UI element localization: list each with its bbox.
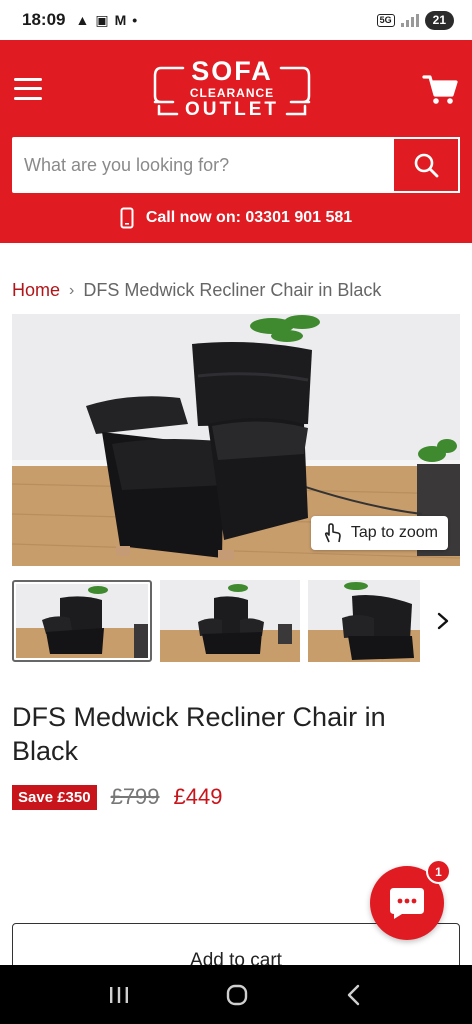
- call-now-link[interactable]: Call now on: 03301 901 581: [0, 193, 472, 243]
- status-bar: 18:09 ▲ ▣ M • 5G 21: [0, 0, 472, 40]
- logo-line-3: OUTLET: [185, 98, 279, 120]
- screenshot-icon: ▣: [95, 11, 109, 28]
- site-logo[interactable]: SOFA CLEARANCE OUTLET: [149, 54, 315, 124]
- site-header: SOFA CLEARANCE OUTLET Call now on: 0: [0, 40, 472, 243]
- chevron-right-icon: [437, 612, 449, 630]
- system-nav-bar: [0, 965, 472, 1024]
- breadcrumb-current: DFS Medwick Recliner Chair in Black: [83, 280, 382, 300]
- breadcrumb-home[interactable]: Home: [12, 280, 60, 301]
- back-icon[interactable]: [344, 983, 364, 1007]
- battery-level: 21: [424, 10, 454, 30]
- call-now-text: Call now on: 03301 901 581: [145, 209, 353, 226]
- chevron-right-icon: ›: [69, 281, 75, 299]
- tap-hand-icon: [324, 523, 341, 543]
- recent-apps-icon[interactable]: [108, 985, 130, 1005]
- status-time: 18:09: [22, 10, 66, 29]
- dot-icon: •: [132, 12, 138, 28]
- thumbnail-2[interactable]: [160, 580, 300, 662]
- home-icon[interactable]: [225, 983, 249, 1007]
- search-button[interactable]: [394, 137, 460, 193]
- cart-icon[interactable]: [422, 71, 458, 107]
- signal-icon: [400, 13, 419, 27]
- logo-line-1: SOFA: [191, 55, 273, 86]
- save-badge: Save £350: [12, 784, 97, 810]
- notification-icons: ▲ ▣ M •: [75, 12, 137, 29]
- product-title: DFS Medwick Recliner Chair in Black: [12, 702, 386, 766]
- price-row: Save £350 £799 £449: [12, 784, 222, 810]
- zoom-label: Tap to zoom: [350, 524, 438, 541]
- search-input[interactable]: [12, 137, 394, 193]
- chat-bubble-icon: [390, 888, 424, 919]
- tap-to-zoom-button[interactable]: Tap to zoom: [310, 516, 448, 550]
- thumbnail-next-button[interactable]: [426, 580, 460, 662]
- old-price: £799: [110, 784, 160, 809]
- thumbnail-strip: [12, 580, 460, 662]
- warning-icon: ▲: [75, 12, 90, 28]
- breadcrumb: Home › DFS Medwick Recliner Chair in Bla…: [0, 243, 472, 313]
- product-main-image[interactable]: Tap to zoom: [12, 314, 460, 566]
- chat-unread-badge: 1: [426, 859, 451, 884]
- phone-icon: [120, 207, 134, 229]
- logo-line-2: CLEARANCE: [189, 85, 275, 100]
- thumbnail-1[interactable]: [12, 580, 152, 662]
- search-icon: [414, 153, 439, 178]
- thumbnail-3[interactable]: [308, 580, 420, 662]
- current-price: £449: [173, 784, 223, 809]
- menu-icon[interactable]: [14, 77, 42, 100]
- mail-icon: M: [114, 12, 127, 28]
- network-type: 5G: [376, 13, 395, 27]
